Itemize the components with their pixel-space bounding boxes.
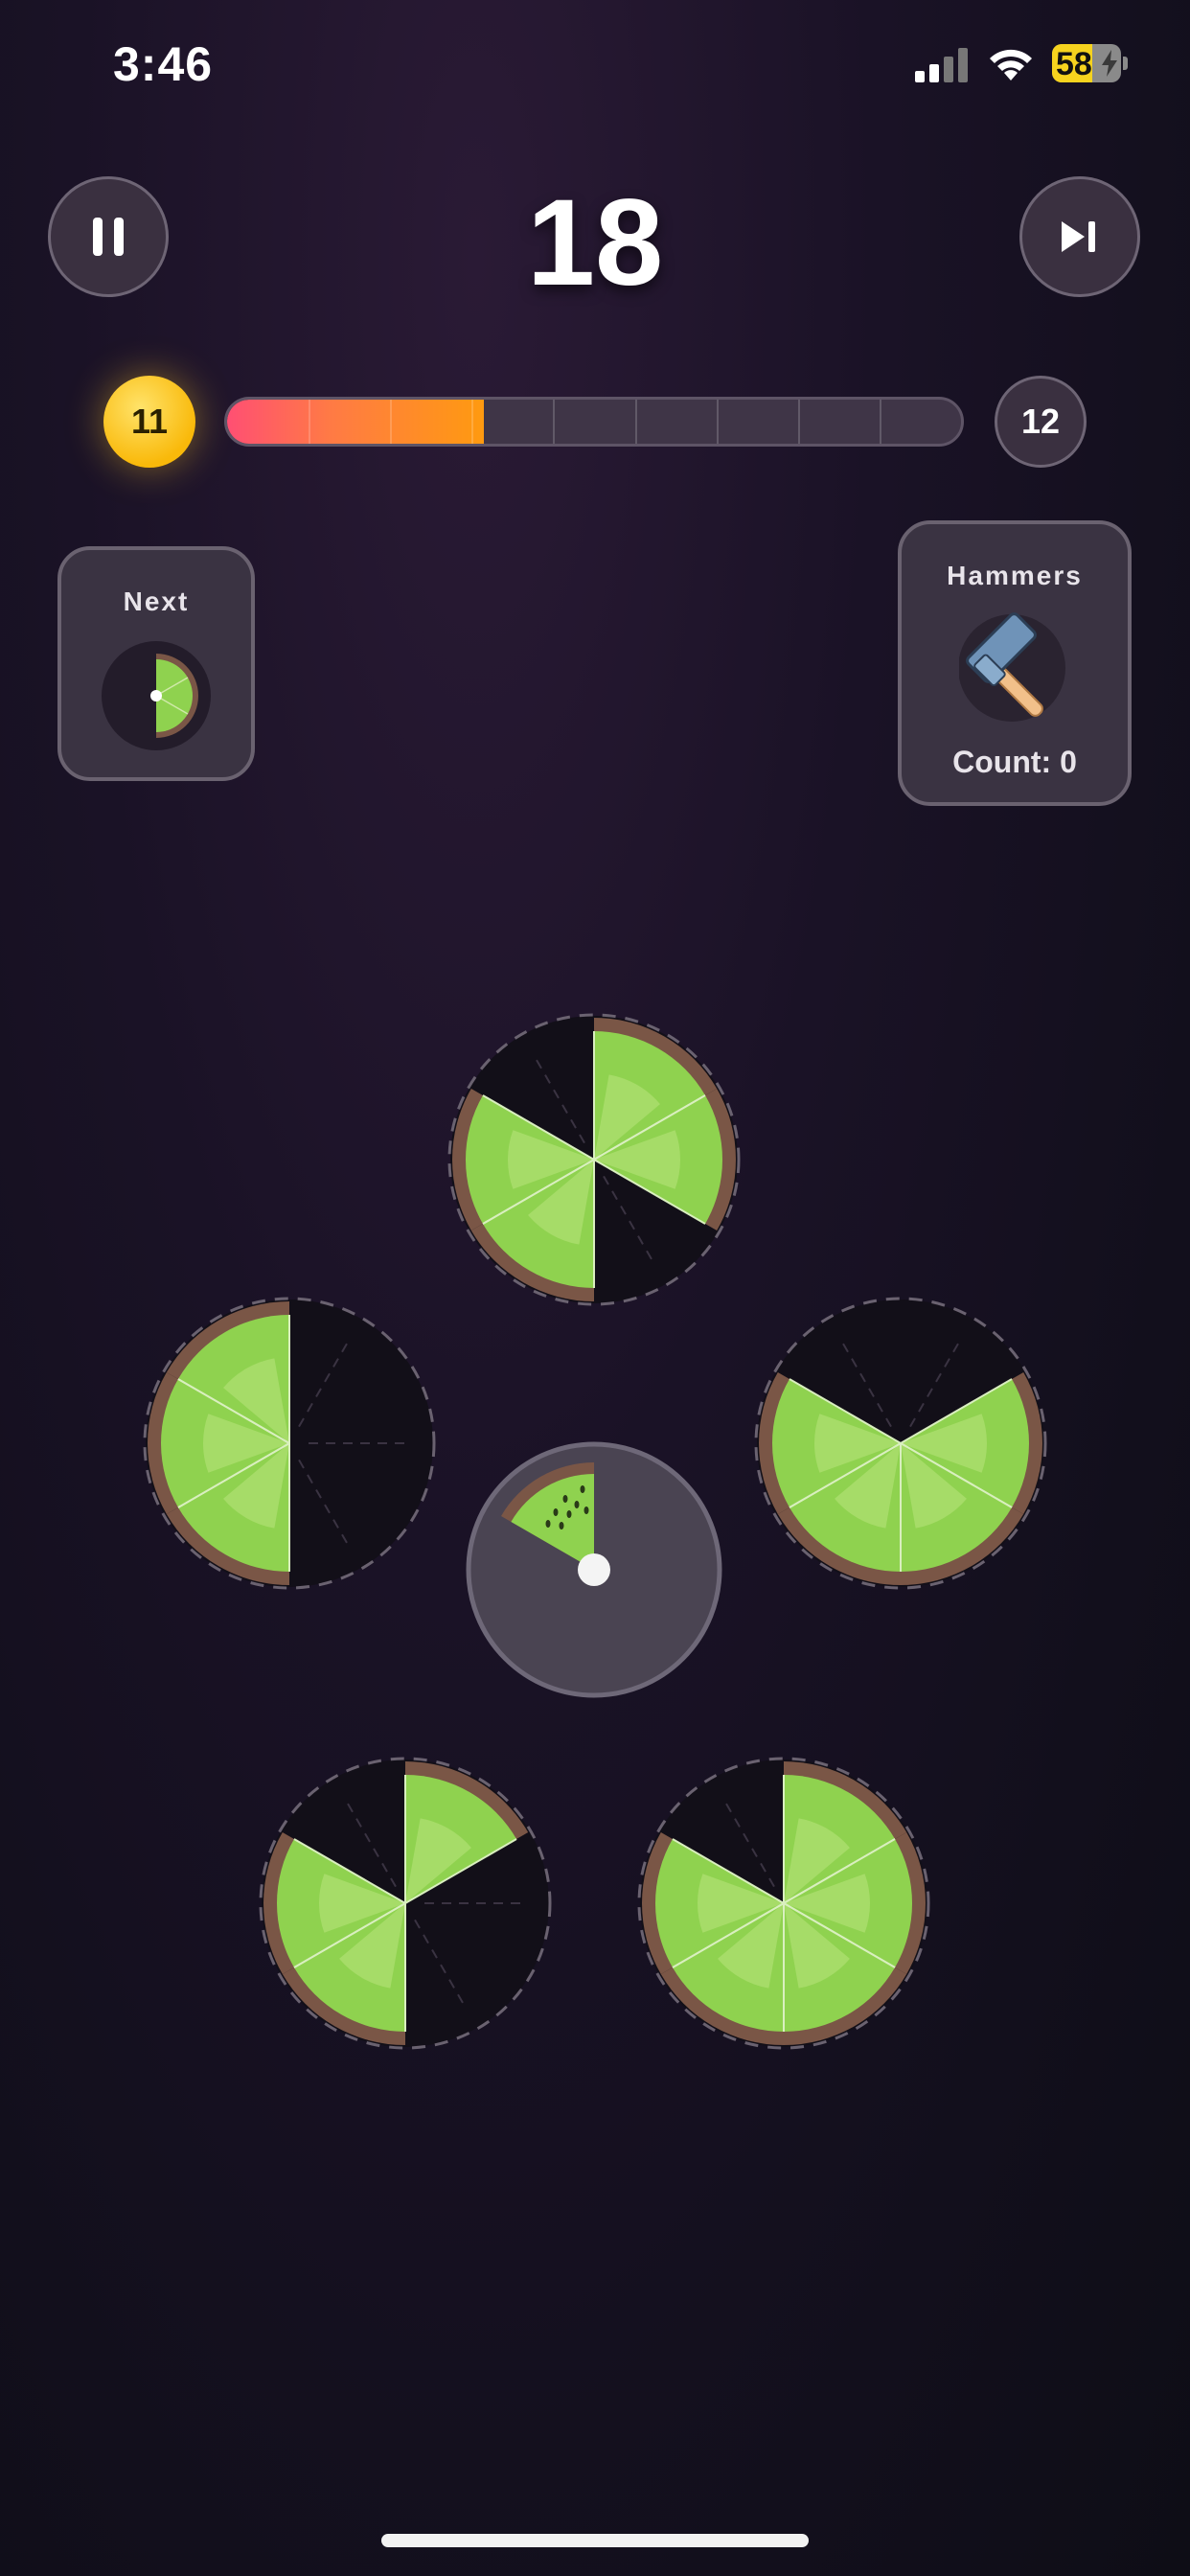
current-piece[interactable] (466, 1441, 722, 1698)
plate-bottom-left[interactable] (259, 1757, 552, 2050)
current-piece-pivot (578, 1553, 610, 1586)
plate-top[interactable] (447, 1013, 741, 1306)
plate-right[interactable] (754, 1297, 1047, 1590)
kiwi-seed (562, 1495, 568, 1503)
home-indicator (381, 2534, 809, 2547)
kiwi-seed (559, 1522, 564, 1530)
kiwi-seed (566, 1510, 572, 1518)
kiwi-seed (553, 1508, 559, 1516)
kiwi-seed (584, 1506, 589, 1514)
plate-left[interactable] (143, 1297, 436, 1590)
kiwi-seed (574, 1501, 580, 1508)
plate-bottom-right[interactable] (637, 1757, 930, 2050)
kiwi-seed (580, 1485, 585, 1493)
kiwi-seed (545, 1520, 551, 1528)
game-board (143, 1013, 1047, 2050)
